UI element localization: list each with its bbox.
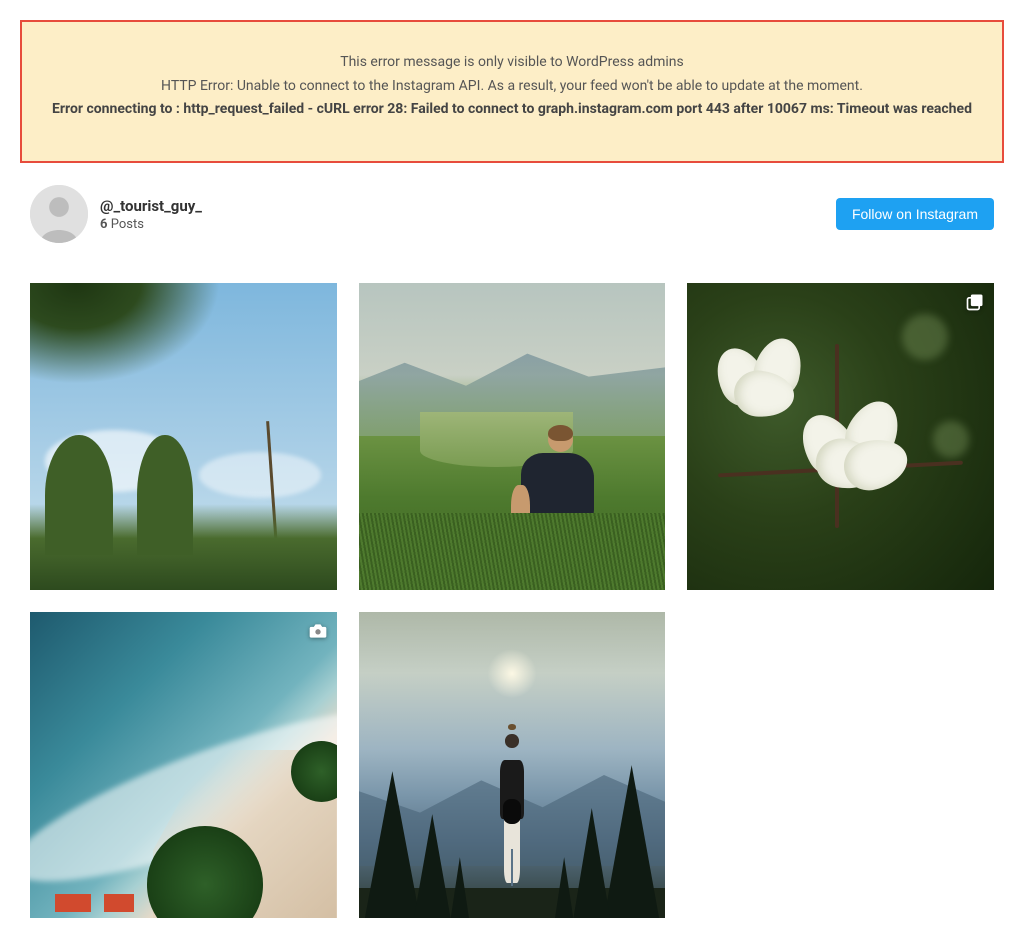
posts-count: 6 Posts [100,217,202,232]
error-detail: Error connecting to : http_request_faile… [52,99,972,121]
feed-item[interactable] [30,612,337,919]
avatar-placeholder-icon [30,185,88,243]
camera-icon [307,620,329,642]
feed-item[interactable] [30,283,337,590]
carousel-icon [964,291,986,313]
feed-item[interactable] [359,283,666,590]
follow-button[interactable]: Follow on Instagram [836,198,994,230]
profile-username[interactable]: @_tourist_guy_ [100,197,202,215]
feed-item[interactable] [359,612,666,919]
error-http-message: HTTP Error: Unable to connect to the Ins… [52,76,972,98]
admin-error-banner: This error message is only visible to Wo… [20,20,1004,163]
avatar[interactable] [30,185,88,243]
feed-grid [20,283,1004,918]
feed-item[interactable] [687,283,994,590]
error-visibility-note: This error message is only visible to Wo… [52,52,972,74]
profile-header: @_tourist_guy_ 6 Posts Follow on Instagr… [20,185,1004,243]
